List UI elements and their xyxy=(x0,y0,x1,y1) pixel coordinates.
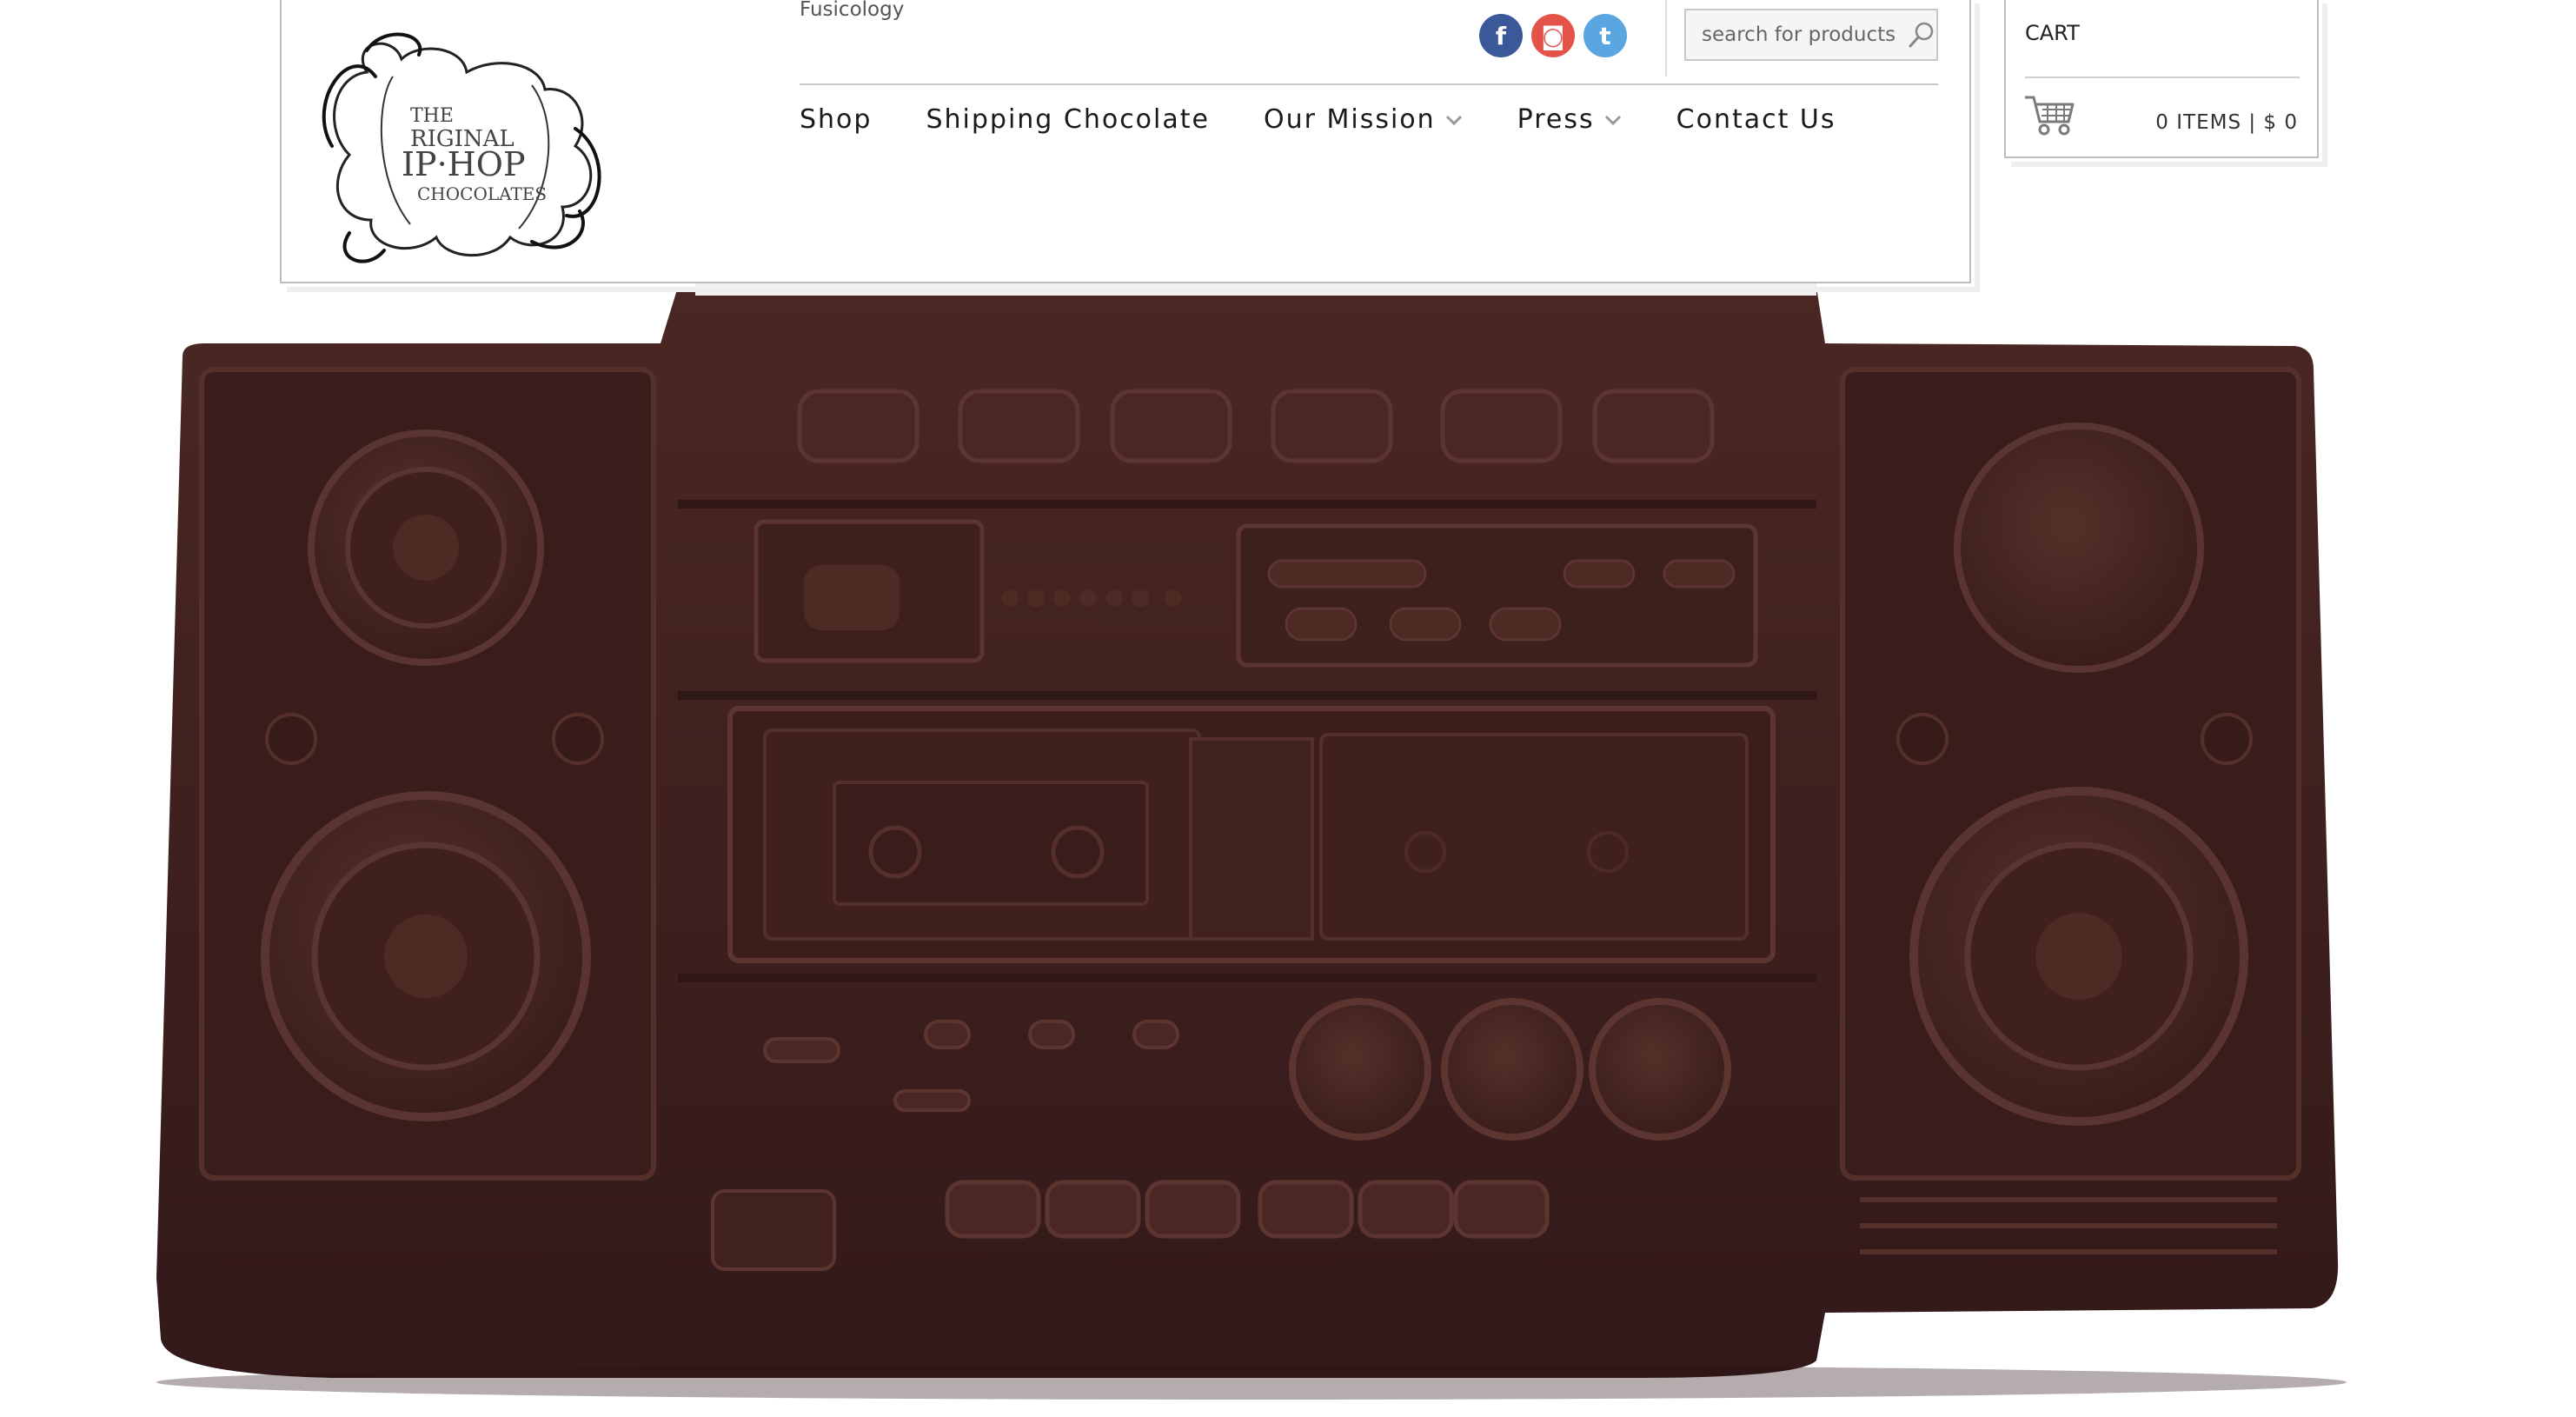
chevron-down-icon xyxy=(1604,115,1621,125)
nav-item-shipping-chocolate[interactable]: Shipping Chocolate xyxy=(926,104,1210,135)
nav-item-contact-us[interactable]: Contact Us xyxy=(1676,104,1836,135)
twitter-icon[interactable]: t xyxy=(1583,14,1627,57)
nav-divider xyxy=(800,83,1938,85)
search-icon[interactable] xyxy=(1906,17,1936,52)
search-box xyxy=(1684,9,1938,61)
social-links: f ◙ t xyxy=(1479,14,1627,57)
nav-item-press[interactable]: Press xyxy=(1517,104,1623,135)
cart-summary[interactable]: 0 ITEMS | $ 0 xyxy=(2155,111,2298,134)
site-header: THE RIGINAL IP·HOP CHOCOLATES Fusicology… xyxy=(280,0,1980,292)
site-logo[interactable]: THE RIGINAL IP·HOP CHOCOLATES xyxy=(315,24,610,276)
main-nav: Shop Shipping Chocolate Our Mission Pres… xyxy=(800,104,1889,135)
cart-divider xyxy=(2025,77,2300,78)
search-input[interactable] xyxy=(1686,23,1906,46)
nav-label: Our Mission xyxy=(1263,104,1436,135)
instagram-icon[interactable]: ◙ xyxy=(1531,14,1575,57)
logo-line-4: CHOCOLATES xyxy=(417,183,547,204)
cart-title: CART xyxy=(2025,21,2080,45)
shopping-cart-icon[interactable] xyxy=(2023,92,2075,137)
logo-line-1: THE xyxy=(410,105,454,127)
nav-item-our-mission[interactable]: Our Mission xyxy=(1264,104,1464,135)
facebook-icon[interactable]: f xyxy=(1479,14,1523,57)
logo-line-3: IP·HOP xyxy=(402,145,526,183)
nav-label: Contact Us xyxy=(1676,104,1836,135)
cart-widget[interactable]: CART 0 ITEMS | $ 0 xyxy=(2004,0,2327,167)
nav-label: Shop xyxy=(800,104,873,135)
nav-label: Shipping Chocolate xyxy=(926,104,1210,135)
header-tagline[interactable]: Fusicology xyxy=(800,0,904,21)
nav-label: Press xyxy=(1517,104,1595,135)
chevron-down-icon xyxy=(1445,115,1462,125)
nav-item-shop[interactable]: Shop xyxy=(800,104,872,135)
header-divider xyxy=(1665,0,1667,77)
